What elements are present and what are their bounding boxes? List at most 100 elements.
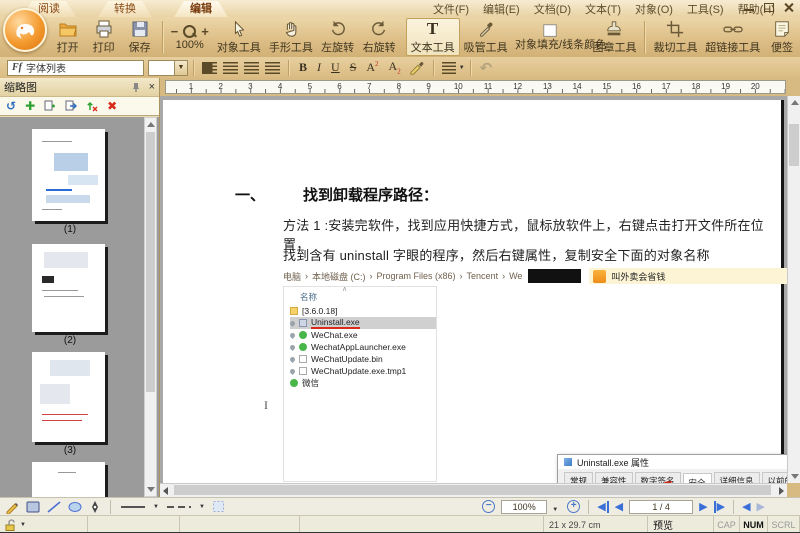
file-row-selected[interactable]: Uninstall.exe (290, 317, 436, 329)
copy-page-icon[interactable] (44, 100, 56, 112)
stamp-tool-button[interactable]: 图章工具 (588, 18, 640, 56)
zoom-in-button[interactable]: + (567, 500, 580, 513)
pin-icon[interactable] (131, 82, 141, 93)
page-number-field[interactable]: 1 / 4 (629, 500, 693, 514)
subscript-button[interactable]: A2 (389, 59, 401, 75)
marquee-select-icon[interactable] (212, 500, 225, 513)
zoom-out-button[interactable]: − (482, 500, 495, 513)
zoom-level-value[interactable]: 100%▼ (501, 500, 547, 514)
pen-tool-icon[interactable] (89, 500, 101, 514)
file-row[interactable]: 微信 (290, 377, 436, 389)
note-tool-button[interactable]: 便签 (764, 18, 800, 56)
unlocked-padlock-icon[interactable] (5, 519, 16, 531)
view-forward-button[interactable]: ▶ (757, 501, 765, 513)
sign-pen-icon[interactable] (409, 61, 425, 75)
chevron-down-icon[interactable]: ▼ (174, 61, 187, 75)
tab-general[interactable]: 常规 (564, 472, 593, 483)
file-row[interactable]: WeChatUpdate.bin (290, 353, 436, 365)
first-page-button[interactable]: ◀ (597, 501, 608, 513)
insert-page-icon[interactable]: ✚ (25, 99, 35, 113)
thumbnail-page-1[interactable] (32, 129, 105, 221)
rotate-page-icon[interactable]: ↺ (6, 99, 16, 113)
tab-compatibility[interactable]: 兼容性 (595, 472, 633, 483)
line-style-solid[interactable] (120, 505, 146, 509)
previous-page-button[interactable]: ◀ (615, 501, 623, 513)
tab-edit[interactable]: 编辑 (174, 1, 228, 17)
undo-button[interactable]: ↶ (480, 59, 493, 77)
tab-security[interactable]: 安全 (683, 473, 712, 483)
line-tool-icon[interactable] (47, 501, 61, 513)
tab-previous-versions[interactable]: 以前的版本 (762, 472, 788, 483)
delete-page-icon[interactable]: ✖ (107, 99, 117, 113)
eyedropper-tool-button[interactable]: 吸管工具 (460, 18, 512, 56)
view-back-button[interactable]: ◀ (742, 501, 750, 513)
rotate-right-button[interactable]: 右旋转 (358, 18, 400, 56)
save-button[interactable]: 保存 (122, 18, 158, 56)
file-row[interactable]: WeChat.exe (290, 329, 436, 341)
zoom-in-icon[interactable]: + (201, 24, 209, 39)
underline-button[interactable]: U (331, 60, 340, 75)
strikethrough-button[interactable]: S (350, 60, 357, 75)
menu-object[interactable]: 对象(O) (635, 1, 673, 17)
file-row[interactable]: [3.6.0.18] (290, 305, 436, 317)
scroll-up-icon[interactable] (791, 100, 799, 105)
horizontal-scrollbar[interactable] (160, 483, 787, 497)
next-page-button[interactable]: ▶ (699, 501, 707, 513)
font-size-combobox[interactable]: ▼ (148, 60, 188, 76)
fill-line-color-button[interactable]: 对象填充/线条颜色 (512, 18, 589, 56)
replace-page-icon[interactable] (86, 100, 98, 112)
print-button[interactable]: 打印 (86, 18, 122, 56)
hyperlink-tool-button[interactable]: 超链接工具 (701, 18, 764, 56)
rotate-left-button[interactable]: 左旋转 (317, 18, 359, 56)
rectangle-tool-icon[interactable] (26, 501, 40, 513)
minimize-icon[interactable] (742, 1, 756, 14)
preview-mode-cell[interactable]: 预览 (648, 516, 714, 533)
crop-tool-button[interactable]: 裁切工具 (649, 18, 701, 56)
pencil-tool-icon[interactable] (5, 500, 19, 514)
scrollbar-thumb[interactable] (146, 132, 155, 392)
align-left-button[interactable] (202, 62, 217, 74)
scroll-down-icon[interactable] (791, 474, 799, 479)
tab-convert[interactable]: 转换 (98, 1, 152, 17)
line-spacing-button[interactable] (442, 62, 456, 74)
file-row[interactable]: WeChatUpdate.exe.tmp1 (290, 365, 436, 377)
chevron-down-icon[interactable]: ▼ (20, 522, 26, 528)
scroll-up-icon[interactable] (147, 122, 155, 127)
last-page-button[interactable]: ▶ (714, 501, 725, 513)
scrollbar-thumb[interactable] (174, 485, 771, 495)
ellipse-tool-icon[interactable] (68, 501, 82, 513)
scroll-down-icon[interactable] (147, 487, 155, 492)
hand-tool-button[interactable]: 手形工具 (265, 18, 317, 56)
align-right-button[interactable] (244, 62, 259, 74)
thumbnail-page-3[interactable] (32, 352, 105, 442)
tab-details[interactable]: 详细信息 (714, 472, 760, 483)
zoom-out-icon[interactable]: − (171, 24, 179, 39)
align-justify-button[interactable] (265, 62, 280, 74)
document-viewport[interactable]: 一、找到卸载程序路径： 方法 1 :安装完软件，找到应用快捷方式，鼠标放软件上，… (160, 96, 787, 483)
text-tool-button[interactable]: T 文本工具 (406, 18, 460, 56)
menu-file[interactable]: 文件(F) (433, 1, 469, 17)
close-icon[interactable] (782, 1, 796, 14)
thumbnail-scrollbar[interactable] (144, 117, 157, 497)
menu-document[interactable]: 文档(D) (534, 1, 571, 17)
menu-edit[interactable]: 编辑(E) (483, 1, 520, 17)
superscript-button[interactable]: A2 (366, 60, 378, 75)
pdf-page[interactable]: 一、找到卸载程序路径： 方法 1 :安装完软件，找到应用快捷方式，鼠标放软件上，… (163, 100, 781, 483)
line-style-dashed[interactable] (166, 505, 192, 509)
align-center-button[interactable] (223, 62, 238, 74)
bold-button[interactable]: B (299, 60, 307, 75)
app-logo-elephant-icon[interactable] (3, 8, 47, 52)
menu-text[interactable]: 文本(T) (585, 1, 621, 17)
file-row[interactable]: WechatAppLauncher.exe (290, 341, 436, 353)
open-button[interactable]: 打开 (50, 18, 86, 56)
chevron-down-icon[interactable]: ▼ (153, 504, 159, 510)
extract-page-icon[interactable] (65, 100, 77, 112)
scroll-left-icon[interactable] (163, 487, 168, 495)
menu-tools[interactable]: 工具(S) (687, 1, 724, 17)
scroll-right-icon[interactable] (779, 487, 784, 495)
font-list-combobox[interactable]: Ff 字体列表 (7, 60, 144, 76)
italic-button[interactable]: I (317, 60, 321, 75)
thumbnail-page-2[interactable] (32, 244, 105, 332)
panel-close-icon[interactable]: × (149, 81, 155, 93)
scrollbar-thumb[interactable] (789, 124, 799, 166)
